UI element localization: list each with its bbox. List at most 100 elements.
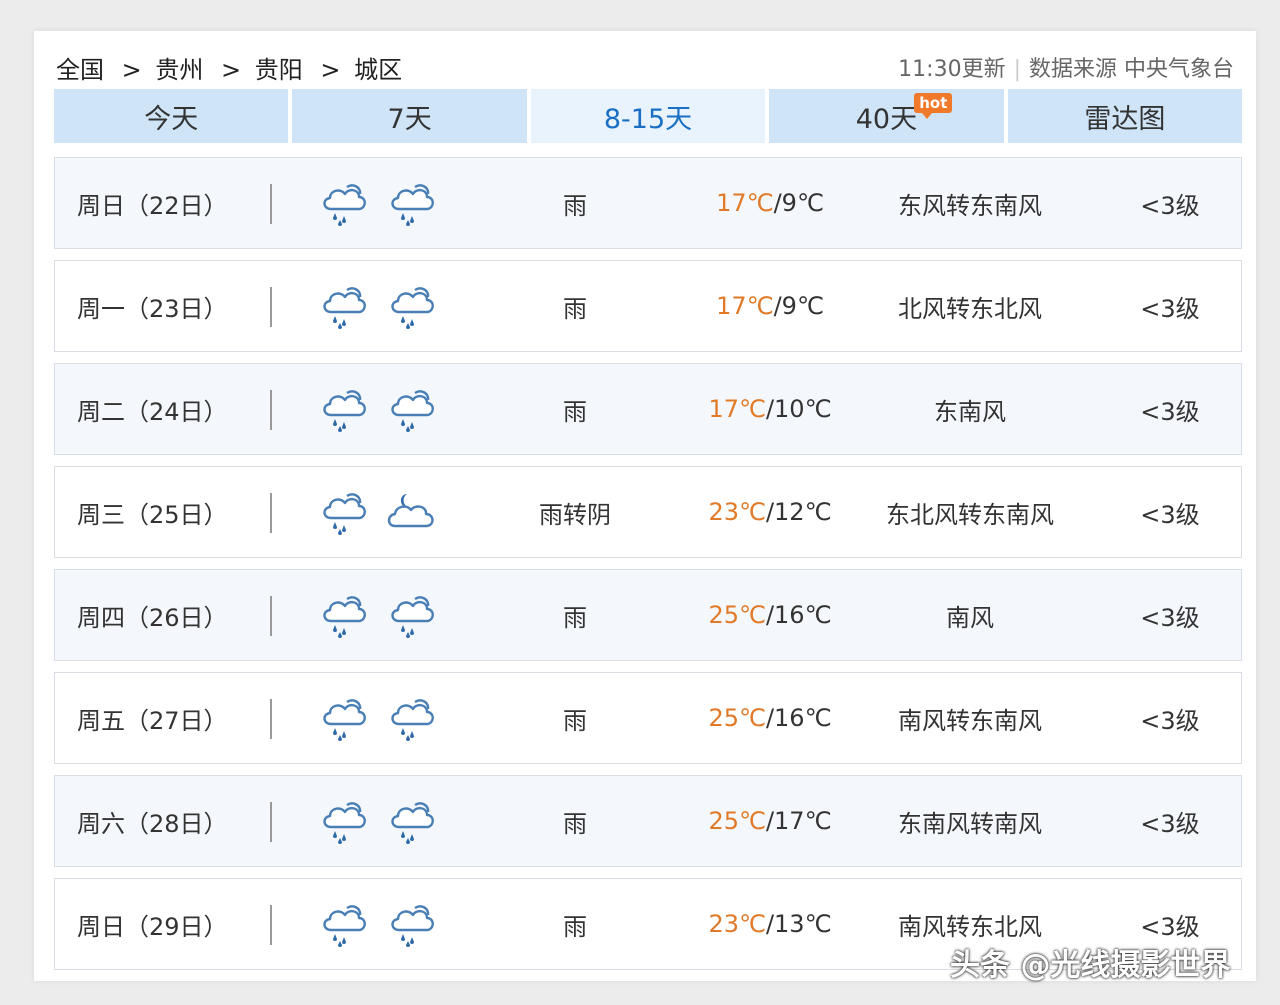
rain-cloud-icon — [317, 282, 371, 330]
forecast-row: 周二（24日） 雨 17℃/10℃ 东南风 <3级 — [54, 363, 1242, 455]
low-temp: /16℃ — [765, 704, 832, 732]
row-divider — [270, 390, 272, 430]
top-bar: 全国 > 贵州 > 贵阳 > 城区 11:30更新 | 数据来源 中央气象台 — [56, 47, 1234, 87]
tab-radar[interactable]: 雷达图 — [1007, 89, 1243, 143]
row-divider — [270, 699, 272, 739]
weather-icons — [317, 776, 439, 866]
high-temp: 17℃ — [708, 395, 766, 423]
rain-cloud-icon — [317, 900, 371, 948]
tab-today[interactable]: 今天 — [54, 89, 289, 143]
wind-direction: 东南风转南风 — [898, 809, 1042, 838]
breadcrumb-separator: > — [121, 55, 142, 84]
rain-cloud-icon — [385, 900, 439, 948]
watermark: 头条 @光线摄影世界 — [950, 948, 1231, 983]
temperature: 25℃/16℃ — [675, 570, 865, 660]
forecast-card: 全国 > 贵州 > 贵阳 > 城区 11:30更新 | 数据来源 中央气象台 今天 … — [34, 31, 1256, 981]
wind-direction: 南风 — [946, 603, 994, 632]
forecast-row: 周五（27日） 雨 25℃/16℃ 南风转东南风 <3级 — [54, 672, 1242, 764]
high-temp: 17℃ — [716, 292, 774, 320]
weather-text: 雨 — [563, 294, 587, 323]
temperature: 23℃/13℃ — [675, 879, 865, 969]
forecast-row: 周四（26日） 雨 25℃/16℃ 南风 <3级 — [54, 569, 1242, 661]
day-label: 周日（29日） — [77, 912, 228, 941]
tab-7-days[interactable]: 7天 — [292, 89, 527, 143]
forecast-row: 周六（28日） 雨 25℃/17℃ 东南风转南风 <3级 — [54, 775, 1242, 867]
breadcrumb-item-district: 城区 — [354, 55, 403, 84]
high-temp: 25℃ — [708, 704, 766, 732]
wind-level: <3级 — [1140, 397, 1200, 426]
tab-label: 雷达图 — [1084, 103, 1166, 135]
rain-cloud-icon — [317, 694, 371, 742]
low-temp: /9℃ — [773, 189, 824, 217]
breadcrumb-item-city[interactable]: 贵阳 — [255, 56, 303, 84]
meta-divider: | — [1013, 57, 1021, 82]
tab-8-15-days[interactable]: 8-15天 — [530, 89, 766, 143]
day-label: 周四（26日） — [77, 603, 228, 632]
weather-icons — [317, 570, 439, 660]
rain-cloud-icon — [317, 179, 371, 227]
temperature: 25℃/17℃ — [675, 776, 865, 866]
tab-label: 今天 — [144, 103, 199, 135]
weather-text: 雨 — [563, 397, 587, 426]
day-label: 周三（25日） — [77, 500, 228, 529]
weather-icons — [317, 467, 439, 557]
wind-direction: 东南风 — [934, 397, 1006, 426]
day-label: 周六（28日） — [77, 809, 228, 838]
row-divider — [270, 287, 272, 327]
row-divider — [270, 905, 272, 945]
tab-label: 7天 — [387, 103, 432, 135]
day-label: 周日（22日） — [77, 191, 228, 220]
row-divider — [270, 184, 272, 224]
temperature: 23℃/12℃ — [675, 467, 865, 557]
weather-text: 雨 — [563, 191, 587, 220]
weather-icons — [317, 261, 439, 351]
weather-text: 雨转阴 — [539, 500, 611, 529]
temperature: 25℃/16℃ — [675, 673, 865, 763]
wind-direction: 东风转东南风 — [898, 191, 1042, 220]
forecast-row: 周日（22日） 雨 17℃/9℃ 东风转东南风 <3级 — [54, 157, 1242, 249]
rain-cloud-icon — [385, 591, 439, 639]
rain-cloud-icon — [317, 488, 371, 536]
tab-label: 8-15天 — [603, 103, 693, 135]
breadcrumb-item-country[interactable]: 全国 — [56, 56, 104, 84]
wind-level: <3级 — [1140, 191, 1200, 220]
update-meta: 11:30更新 | 数据来源 中央气象台 — [898, 51, 1234, 83]
breadcrumb-item-province[interactable]: 贵州 — [155, 56, 203, 84]
weather-text: 雨 — [563, 912, 587, 941]
weather-icons — [317, 673, 439, 763]
row-divider — [270, 596, 272, 636]
rain-cloud-icon — [385, 282, 439, 330]
hot-badge: hot — [914, 93, 953, 119]
rain-cloud-icon — [385, 385, 439, 433]
wind-level: <3级 — [1140, 809, 1200, 838]
temperature: 17℃/9℃ — [675, 158, 865, 248]
temperature: 17℃/10℃ — [675, 364, 865, 454]
wind-level: <3级 — [1140, 500, 1200, 529]
forecast-row: 周一（23日） 雨 17℃/9℃ 北风转东北风 <3级 — [54, 260, 1242, 352]
tab-label: 40天 — [855, 103, 918, 135]
day-label: 周二（24日） — [77, 397, 228, 426]
weather-text: 雨 — [563, 809, 587, 838]
wind-direction: 南风转东南风 — [898, 706, 1042, 735]
moon-cloud-icon — [385, 488, 439, 536]
weather-text: 雨 — [563, 603, 587, 632]
wind-direction: 东北风转东南风 — [886, 500, 1054, 529]
rain-cloud-icon — [317, 385, 371, 433]
update-time: 11:30更新 — [898, 57, 1006, 82]
day-label: 周五（27日） — [77, 706, 228, 735]
row-divider — [270, 802, 272, 842]
forecast-row: 周三（25日） 雨转阴 23℃/12℃ 东北风转东南风 <3级 — [54, 466, 1242, 558]
rain-cloud-icon — [385, 694, 439, 742]
wind-direction: 北风转东北风 — [898, 294, 1042, 323]
high-temp: 17℃ — [716, 189, 774, 217]
high-temp: 23℃ — [708, 910, 766, 938]
forecast-tabs: 今天 7天 8-15天 40天 hot 雷达图 — [54, 89, 1243, 143]
tab-40-days[interactable]: 40天 hot — [769, 89, 1004, 143]
rain-cloud-icon — [385, 179, 439, 227]
wind-level: <3级 — [1140, 603, 1200, 632]
weather-icons — [317, 879, 439, 969]
low-temp: /12℃ — [765, 498, 832, 526]
forecast-list: 周日（22日） 雨 17℃/9℃ 东风转东南风 <3级 周一（23日） 雨 17… — [54, 157, 1242, 981]
low-temp: /13℃ — [765, 910, 832, 938]
weather-icons — [317, 364, 439, 454]
